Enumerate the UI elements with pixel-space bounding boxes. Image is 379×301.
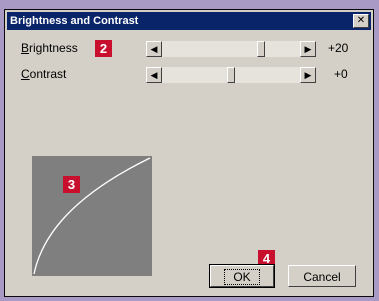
- brightness-label: Brightness: [21, 41, 78, 55]
- brightness-thumb[interactable]: [257, 41, 265, 57]
- curve-graph: [33, 157, 151, 275]
- scroll-right-icon[interactable]: ▶: [300, 67, 316, 83]
- contrast-value: +0: [334, 67, 348, 81]
- callout-badge-2: 2: [95, 40, 112, 57]
- contrast-thumb[interactable]: [227, 67, 235, 83]
- contrast-slider[interactable]: ◀ ▶: [146, 67, 316, 83]
- scroll-left-icon[interactable]: ◀: [146, 67, 162, 83]
- cancel-button[interactable]: Cancel: [288, 265, 356, 287]
- scroll-right-icon[interactable]: ▶: [300, 41, 316, 57]
- scroll-left-icon[interactable]: ◀: [146, 41, 162, 57]
- dialog-title: Brightness and Contrast: [10, 15, 139, 27]
- curve-line: [33, 157, 151, 275]
- callout-badge-3: 3: [63, 176, 80, 193]
- title-bar[interactable]: Brightness and Contrast ✕: [7, 12, 371, 30]
- brightness-curve-preview: [32, 156, 152, 276]
- brightness-contrast-dialog: Brightness and Contrast ✕ Brightness 2 ◀…: [4, 9, 374, 297]
- ok-button[interactable]: OK: [209, 264, 275, 288]
- brightness-value: +20: [328, 41, 349, 55]
- close-icon[interactable]: ✕: [353, 14, 369, 28]
- contrast-label: Contrast: [21, 67, 67, 81]
- brightness-slider[interactable]: ◀ ▶: [146, 41, 316, 57]
